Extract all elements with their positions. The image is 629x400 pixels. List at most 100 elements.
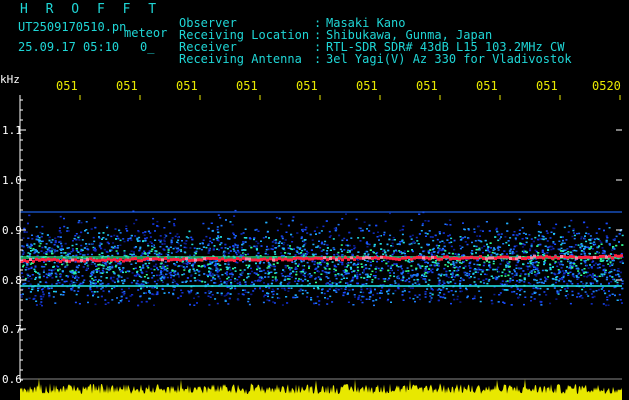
noise-pixel: [523, 278, 526, 281]
noise-pixel: [438, 292, 441, 294]
noise-pixel: [258, 262, 261, 265]
noise-pixel: [505, 241, 508, 244]
noise-pixel: [451, 275, 454, 277]
noise-pixel: [216, 302, 219, 305]
noise-pixel: [29, 275, 31, 277]
noise-pixel: [122, 267, 125, 269]
noise-pixel: [559, 236, 562, 238]
noise-pixel: [271, 291, 273, 293]
noise-pixel: [331, 301, 334, 303]
noise-pixel: [437, 277, 440, 279]
noise-pixel: [35, 276, 37, 279]
noise-pixel: [325, 276, 328, 278]
noise-pixel: [45, 243, 48, 245]
noise-pixel: [120, 276, 123, 278]
noise-pixel: [98, 253, 101, 256]
noise-pixel: [170, 239, 173, 241]
noise-pixel: [414, 300, 416, 303]
noise-pixel: [351, 279, 354, 282]
noise-pixel: [466, 272, 469, 275]
noise-pixel: [268, 267, 271, 269]
noise-pixel: [584, 246, 587, 248]
noise-pixel: [233, 280, 236, 282]
noise-pixel: [356, 275, 359, 278]
noise-pixel: [618, 275, 621, 278]
noise-pixel: [534, 261, 537, 264]
noise-pixel: [247, 300, 250, 303]
noise-pixel: [529, 266, 532, 268]
noise-pixel: [335, 291, 338, 293]
noise-pixel: [592, 290, 595, 293]
noise-pixel: [301, 292, 304, 295]
noise-pixel: [152, 275, 155, 277]
noise-pixel: [373, 304, 375, 307]
noise-pixel: [453, 248, 456, 251]
noise-pixel: [212, 238, 215, 241]
noise-pixel: [482, 279, 485, 282]
noise-pixel: [590, 283, 592, 285]
noise-pixel: [415, 236, 418, 239]
noise-pixel: [188, 262, 191, 265]
noise-pixel: [339, 281, 342, 283]
noise-pixel: [321, 288, 323, 291]
noise-pixel: [225, 272, 228, 274]
noise-pixel: [429, 299, 432, 301]
noise-pixel: [412, 287, 414, 289]
noise-pixel: [357, 296, 360, 299]
noise-pixel: [243, 279, 245, 281]
noise-pixel: [331, 261, 334, 263]
noise-pixel: [580, 250, 583, 252]
noise-pixel: [589, 274, 592, 276]
noise-pixel: [530, 300, 532, 302]
noise-pixel: [616, 299, 619, 301]
noise-pixel: [75, 239, 78, 241]
noise-pixel: [594, 238, 596, 241]
noise-pixel: [27, 280, 30, 282]
noise-pixel: [402, 270, 405, 272]
noise-pixel: [443, 267, 446, 270]
noise-pixel: [106, 251, 109, 253]
noise-pixel: [318, 303, 321, 306]
noise-pixel: [543, 263, 545, 266]
noise-pixel: [31, 238, 34, 240]
noise-pixel: [64, 242, 67, 245]
noise-pixel: [266, 245, 268, 248]
noise-pixel: [567, 253, 570, 255]
noise-pixel: [515, 245, 518, 247]
noise-pixel: [340, 273, 343, 276]
noise-pixel: [559, 289, 562, 291]
noise-pixel: [434, 262, 437, 264]
noise-pixel: [253, 238, 255, 241]
noise-pixel: [248, 264, 251, 267]
noise-pixel: [430, 297, 433, 299]
noise-pixel: [485, 221, 488, 223]
noise-pixel: [553, 233, 555, 235]
noise-pixel: [393, 272, 395, 274]
noise-pixel: [595, 290, 598, 292]
noise-pixel: [537, 244, 540, 246]
noise-pixel: [611, 263, 614, 265]
noise-pixel: [327, 272, 330, 274]
noise-pixel: [297, 252, 300, 255]
noise-pixel: [123, 240, 126, 243]
noise-pixel: [249, 272, 252, 275]
noise-pixel: [207, 244, 210, 246]
noise-pixel: [402, 225, 405, 227]
noise-pixel: [551, 245, 554, 248]
noise-pixel: [255, 245, 258, 247]
noise-pixel: [83, 247, 86, 249]
noise-pixel: [343, 249, 346, 251]
noise-pixel: [550, 231, 553, 233]
noise-pixel: [453, 298, 456, 301]
noise-pixel: [118, 229, 121, 232]
noise-pixel: [431, 271, 434, 274]
noise-pixel: [586, 264, 588, 267]
noise-pixel: [134, 235, 137, 237]
noise-pixel: [300, 236, 303, 238]
noise-pixel: [71, 248, 74, 250]
noise-pixel: [257, 274, 260, 276]
noise-pixel: [166, 276, 169, 279]
noise-pixel: [216, 268, 219, 270]
noise-pixel: [537, 238, 539, 241]
noise-pixel: [232, 245, 235, 247]
